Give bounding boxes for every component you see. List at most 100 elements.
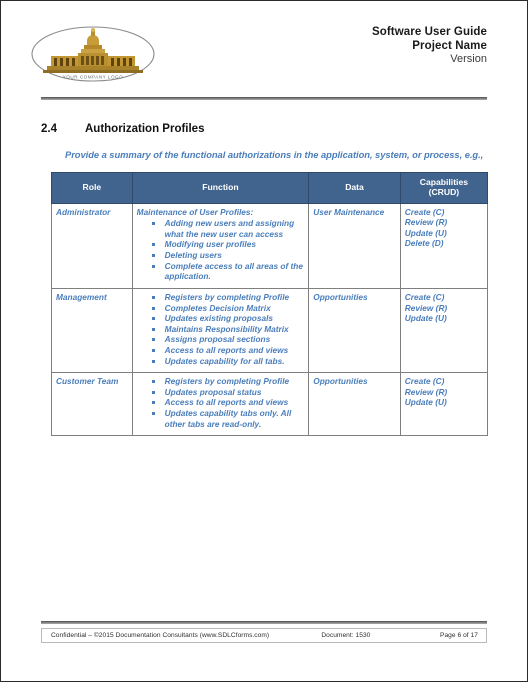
bullet-icon — [151, 401, 155, 405]
list-item-text: Registers by completing Profile — [164, 291, 290, 302]
table-row: Customer Team Registers by completing Pr… — [51, 372, 489, 437]
list-item-text: Assigns proposal sections — [164, 334, 271, 345]
list-item: Access to all reports and views — [151, 344, 305, 356]
header-divider — [41, 97, 487, 100]
section-instruction-text: Provide a summary of the functional auth… — [65, 149, 484, 160]
cell-role: Administrator — [51, 202, 133, 289]
capability-item: Review (R) — [404, 386, 448, 397]
table-header-row: Role Function Data Capabilities (CRUD) — [51, 172, 489, 204]
list-item: Deleting users — [151, 250, 305, 261]
list-item-text: Maintains Responsibility Matrix — [164, 323, 289, 334]
bullet-icon — [151, 306, 155, 310]
cell-function: Maintenance of User Profiles: Adding new… — [131, 202, 310, 289]
header-title-block: Software User Guide Project Name Version — [372, 23, 487, 66]
bullet-icon — [151, 359, 155, 363]
column-header-data: Data — [308, 172, 401, 204]
bullet-icon — [151, 264, 155, 268]
list-item-text: Updates capability tabs only. All other … — [164, 407, 292, 429]
bullet-icon — [151, 380, 155, 384]
list-item-text: Updates capability for all tabs. — [164, 355, 285, 366]
list-item: Modifying user profiles — [151, 239, 305, 250]
list-item: Adding new users and assigning what the … — [151, 218, 305, 239]
cell-data: User Maintenance — [308, 202, 401, 289]
capitol-building-logo-icon: YOUR COMPANY LOGO — [31, 26, 155, 82]
bullet-icon — [151, 254, 155, 258]
section-title: Authorization Profiles — [85, 123, 205, 135]
bullet-icon — [151, 411, 155, 415]
column-header-capabilities-line2: (CRUD) — [428, 187, 460, 198]
function-bullet-list: Adding new users and assigning what the … — [137, 218, 305, 282]
cell-role: Management — [51, 287, 133, 374]
footer-page-number: Page 6 of 17 — [440, 632, 478, 639]
function-bullet-list: Registers by completing Profile Updates … — [137, 376, 305, 429]
bullet-icon — [151, 327, 155, 331]
list-item: Maintains Responsibility Matrix — [151, 323, 305, 335]
footer-divider — [41, 621, 487, 624]
list-item: Access to all reports and views — [151, 397, 305, 408]
bullet-icon — [151, 338, 155, 342]
list-item: Updates capability tabs only. All other … — [151, 407, 305, 429]
list-item-text: Access to all reports and views — [164, 397, 289, 408]
list-item: Registers by completing Profile — [151, 376, 305, 387]
column-header-capabilities-line1: Capabilities — [419, 177, 469, 187]
capability-item: Update (U) — [404, 227, 447, 238]
list-item: Registers by completing Profile — [151, 291, 305, 303]
cell-function: Registers by completing Profile Complete… — [131, 287, 310, 374]
authorization-profiles-table: Role Function Data Capabilities (CRUD) A… — [51, 172, 489, 437]
list-item-text: Updates existing proposals — [164, 313, 274, 324]
list-item-text: Access to all reports and views — [164, 344, 289, 355]
bullet-icon — [151, 243, 155, 247]
list-item-text: Complete access to all areas of the appl… — [164, 260, 303, 282]
cell-data: Opportunities — [308, 372, 401, 437]
bullet-icon — [151, 348, 155, 352]
list-item: Complete access to all areas of the appl… — [151, 260, 305, 282]
list-item: Updates existing proposals — [151, 313, 305, 324]
bullet-icon — [151, 295, 155, 299]
section-heading: 2.4 Authorization Profiles — [41, 123, 487, 135]
list-item-text: Registers by completing Profile — [164, 376, 290, 387]
column-header-role: Role — [51, 172, 133, 204]
table-body: Administrator Maintenance of User Profil… — [51, 202, 489, 437]
cell-role: Customer Team — [51, 372, 133, 437]
cell-capabilities: Create (C) Review (R) Update (U) — [399, 287, 489, 374]
cell-function: Registers by completing Profile Updates … — [131, 372, 310, 437]
list-item: Updates proposal status — [151, 386, 305, 398]
capability-item: Update (U) — [404, 313, 447, 324]
page-content-area: YOUR COMPANY LOGO Software User Guide Pr… — [1, 1, 527, 681]
function-title: Maintenance of User Profiles: — [136, 206, 254, 217]
company-logo: YOUR COMPANY LOGO — [29, 23, 157, 85]
section-number: 2.4 — [41, 123, 57, 135]
list-item: Completes Decision Matrix — [151, 302, 305, 314]
list-item-text: Adding new users and assigning what the … — [164, 218, 295, 239]
cell-capabilities: Create (C) Review (R) Update (U) — [399, 372, 489, 437]
footer-content: Confidential – ©2015 Documentation Consu… — [41, 628, 487, 643]
function-bullet-list: Registers by completing Profile Complete… — [137, 292, 305, 366]
project-name: Project Name — [412, 40, 487, 53]
logo-caption: YOUR COMPANY LOGO — [63, 75, 123, 80]
capability-item: Review (R) — [404, 302, 448, 313]
doc-title: Software User Guide — [371, 26, 487, 38]
capability-item: Update (U) — [404, 397, 447, 408]
list-item-text: Completes Decision Matrix — [164, 302, 271, 313]
list-item-text: Deleting users — [164, 250, 222, 261]
cell-capabilities: Create (C) Review (R) Update (U) Delete … — [399, 202, 489, 289]
bullet-icon — [151, 317, 155, 321]
capability-item: Review (R) — [404, 217, 448, 228]
cell-data: Opportunities — [308, 287, 401, 374]
list-item-text: Modifying user profiles — [164, 239, 256, 250]
table-row: Administrator Maintenance of User Profil… — [51, 202, 489, 289]
footer-confidential-text: Confidential – ©2015 Documentation Consu… — [51, 632, 270, 639]
list-item-text: Updates proposal status — [164, 386, 262, 397]
footer-document-number: Document: 1530 — [321, 632, 371, 639]
capability-item: Create (C) — [404, 206, 445, 217]
capability-item: Delete (D) — [404, 238, 444, 249]
list-item: Updates capability for all tabs. — [151, 355, 305, 367]
list-item: Assigns proposal sections — [151, 334, 305, 345]
authorization-profiles-table-wrapper: Role Function Data Capabilities (CRUD) A… — [51, 172, 489, 437]
document-header: YOUR COMPANY LOGO Software User Guide Pr… — [31, 23, 487, 91]
bullet-icon — [151, 222, 155, 226]
column-header-function: Function — [131, 172, 310, 204]
column-header-capabilities: Capabilities (CRUD) — [399, 172, 489, 204]
bullet-icon — [151, 390, 155, 394]
document-page: YOUR COMPANY LOGO Software User Guide Pr… — [0, 0, 528, 682]
